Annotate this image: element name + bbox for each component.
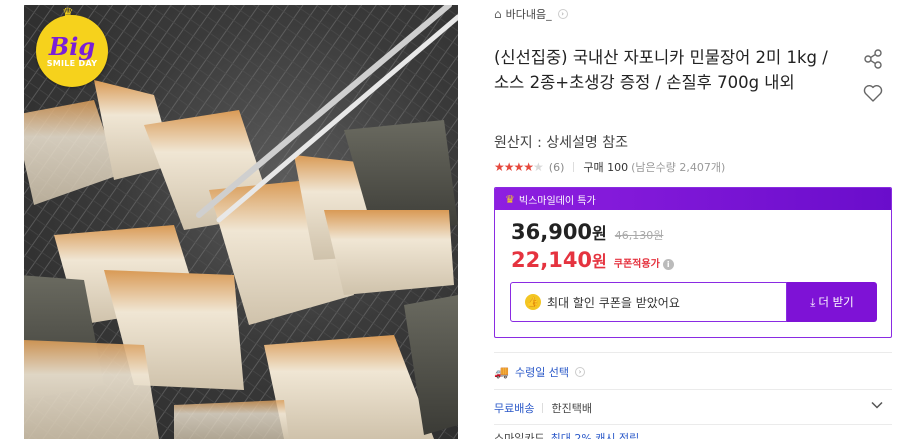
side-actions bbox=[862, 48, 884, 104]
seller-name: 바다내음_ bbox=[505, 8, 552, 21]
section-divider bbox=[494, 389, 892, 390]
free-shipping-label: 무료배송 bbox=[494, 402, 535, 415]
smile-card-row[interactable]: 스마일카드 최대 2% 캐시 적립 bbox=[494, 430, 639, 439]
badge-big-text: Big bbox=[48, 31, 96, 61]
remaining-stock: (남은수량 2,407개) bbox=[631, 161, 726, 174]
divider bbox=[542, 403, 544, 413]
coupon-price-unit: 원 bbox=[592, 252, 607, 271]
receive-date-label: 수령일 선택 bbox=[514, 366, 570, 379]
truck-icon: 🚚 bbox=[494, 365, 509, 379]
rating-row: ★★★★★ (6) 구매 100 (남은수량 2,407개) bbox=[494, 159, 725, 175]
big-smile-day-badge: ♛ Big SMILE DAY bbox=[36, 7, 108, 87]
origin-info: 원산지 : 상세설명 참조 bbox=[494, 135, 628, 151]
coupon-price-label: 쿠폰적용가 bbox=[613, 259, 660, 270]
coupon-price-row: 22,140 원 쿠폰적용가 i bbox=[511, 248, 674, 272]
sale-price: 36,900 bbox=[511, 220, 593, 244]
product-title: (신선집중) 국내산 자포니카 민물장어 2미 1kg / 소스 2종+초생강 … bbox=[494, 48, 828, 92]
card-label: 스마일카드 bbox=[494, 432, 545, 439]
heart-icon[interactable] bbox=[862, 82, 884, 104]
shipping-row[interactable]: 무료배송 한진택배 bbox=[494, 400, 892, 416]
purchase-count: 구매 100 bbox=[583, 161, 629, 174]
delivery-date-selector[interactable]: 🚚 수령일 선택 › bbox=[494, 364, 586, 380]
price-box-header-label: 빅스마일데이 특가 bbox=[518, 195, 596, 207]
product-info-panel: ⌂ 바다내음_ › (신선집중) 국내산 자포니카 민물장어 2미 1kg / … bbox=[494, 0, 894, 439]
chevron-right-icon: › bbox=[557, 9, 568, 19]
more-coupon-label: 더 받기 bbox=[818, 295, 854, 309]
star-rating-icon[interactable]: ★★★★★ bbox=[494, 160, 544, 174]
seller-link[interactable]: ⌂ 바다내음_ › bbox=[494, 6, 568, 22]
crown-icon: ♛ bbox=[505, 192, 515, 206]
coupon-message: 👍 최대 할인 쿠폰을 받았어요 bbox=[510, 282, 787, 322]
chevron-down-icon[interactable] bbox=[870, 398, 884, 412]
review-count[interactable]: (6) bbox=[549, 161, 565, 174]
thumbs-up-icon: 👍 bbox=[525, 294, 541, 310]
price-box-header: ♛ 빅스마일데이 특가 bbox=[495, 188, 891, 210]
divider bbox=[573, 162, 575, 172]
card-benefit: 최대 2% 캐시 적립 bbox=[550, 432, 640, 439]
crown-icon: ♛ bbox=[62, 6, 74, 21]
section-divider bbox=[494, 352, 892, 353]
original-price: 46,130원 bbox=[614, 229, 664, 242]
section-divider bbox=[494, 424, 892, 425]
share-icon[interactable] bbox=[862, 48, 884, 70]
info-icon[interactable]: i bbox=[662, 259, 674, 270]
sale-price-row: 36,900 원 46,130원 bbox=[511, 220, 663, 244]
sale-price-unit: 원 bbox=[592, 224, 607, 243]
chevron-right-icon: › bbox=[575, 367, 586, 377]
more-coupon-button[interactable]: ⤓ 더 받기 bbox=[787, 282, 877, 322]
eel-pieces bbox=[24, 80, 458, 439]
coupon-row: 👍 최대 할인 쿠폰을 받았어요 ⤓ 더 받기 bbox=[510, 282, 878, 324]
badge-event-text: SMILE DAY bbox=[46, 58, 98, 68]
download-icon: ⤓ bbox=[810, 294, 816, 309]
price-box: ♛ 빅스마일데이 특가 36,900 원 46,130원 22,140 원 쿠폰… bbox=[494, 187, 892, 338]
shop-home-icon: ⌂ bbox=[494, 7, 502, 21]
coupon-price: 22,140 bbox=[511, 248, 593, 272]
carrier-name: 한진택배 bbox=[551, 402, 592, 415]
coupon-message-text: 최대 할인 쿠폰을 받았어요 bbox=[547, 295, 680, 310]
product-image[interactable]: ♛ Big SMILE DAY bbox=[24, 5, 458, 439]
